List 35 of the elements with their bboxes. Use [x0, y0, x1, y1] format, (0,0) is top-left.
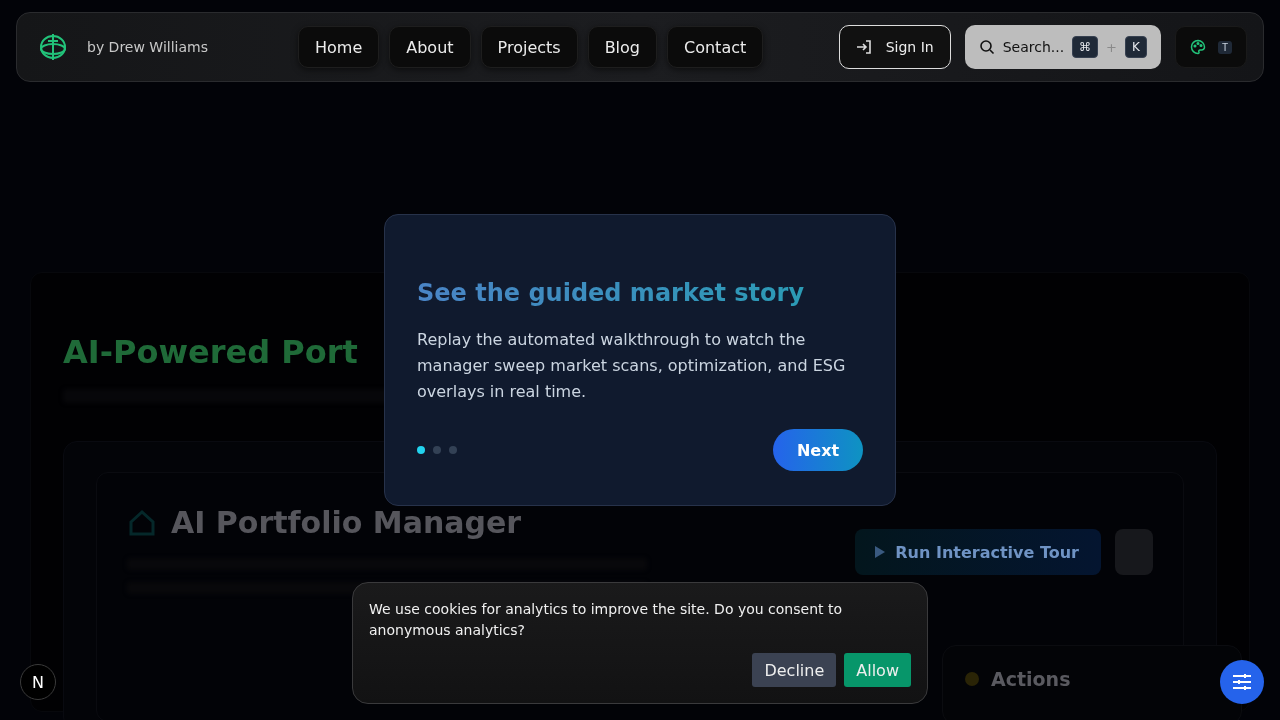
panel-title: AI Portfolio Manager	[171, 505, 522, 540]
logo-icon[interactable]	[39, 31, 67, 63]
nav-link[interactable]: Blog	[587, 26, 657, 68]
byline: by Drew Williams	[87, 39, 208, 55]
theme-button[interactable]: T	[1174, 26, 1247, 68]
dialog-text: Replay the automated walkthrough to watch the manager sweep market scans, optimization, and ESG overlays in real time.	[417, 329, 847, 403]
search-label: Search...	[1002, 39, 1065, 55]
tour-button[interactable]: Run Interactive Tour	[855, 529, 1101, 575]
step-dot[interactable]	[433, 446, 441, 454]
search-icon	[978, 39, 995, 55]
nav-link[interactable]: Contact	[667, 26, 764, 68]
nav-link[interactable]: About	[389, 26, 471, 68]
keyboard-key: K	[1125, 36, 1147, 58]
search-button[interactable]: Search... ⌘ + K	[964, 25, 1161, 69]
panel-title: Actions	[991, 668, 1071, 690]
status-dot	[965, 672, 979, 686]
dev-badge[interactable]: N	[20, 664, 56, 700]
next-button[interactable]: Next	[773, 429, 863, 471]
palette-icon	[1189, 39, 1206, 55]
step-dot[interactable]	[417, 446, 425, 454]
step-dot[interactable]	[449, 446, 457, 454]
decline-button[interactable]: Decline	[752, 653, 837, 687]
sign-in-button[interactable]: Sign In	[838, 25, 951, 69]
home-icon	[127, 507, 157, 538]
nav-link[interactable]: Home	[298, 26, 380, 68]
sign-in-icon	[855, 39, 872, 55]
play-icon	[875, 546, 886, 558]
dialog-title: See the guided market story	[417, 279, 805, 307]
keyboard-key: T	[1217, 40, 1232, 54]
page-heading: AI-Powered Port	[63, 333, 359, 371]
key-joiner: +	[1106, 39, 1117, 55]
nav-link[interactable]: Projects	[480, 26, 578, 68]
keyboard-key: ⌘	[1072, 36, 1099, 58]
sliders-icon	[1232, 673, 1252, 691]
cookie-message: We use cookies for analytics to improve the site. Do you consent to anonymous analytics?	[369, 600, 843, 640]
